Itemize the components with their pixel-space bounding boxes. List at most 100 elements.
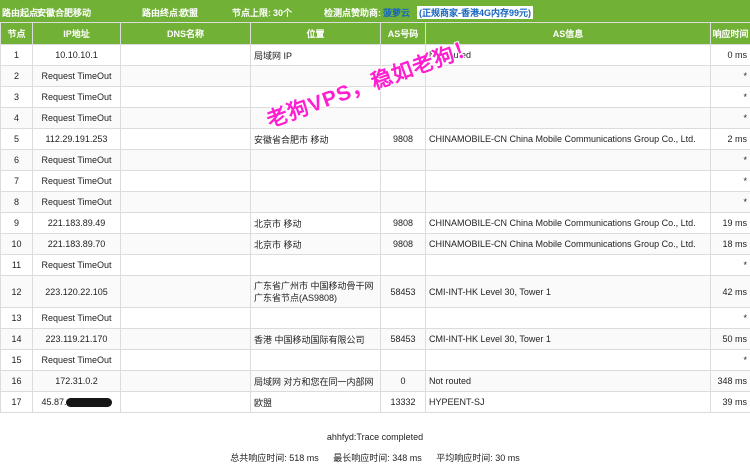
cell-location: [251, 150, 381, 171]
cell-hop-text: 9: [14, 218, 19, 228]
table-row: 8Request TimeOut*: [1, 192, 750, 213]
cell-time-text: *: [743, 197, 747, 207]
cell-dns: [121, 87, 251, 108]
cell-ip: 221.183.89.49: [33, 213, 121, 234]
sponsor-ad-link[interactable]: (正规商家-香港4G内存99元): [417, 6, 533, 19]
cell-asn: 58453: [381, 276, 426, 308]
cell-asn-text: 58453: [390, 287, 415, 297]
cell-asn: 0: [381, 371, 426, 392]
cell-location-text: 欧盟: [254, 398, 272, 408]
cell-location: 局域网 对方和您在同一内部网: [251, 371, 381, 392]
cell-time: 18 ms: [711, 234, 750, 255]
cell-time-text: 0 ms: [727, 50, 747, 60]
cell-location: [251, 108, 381, 129]
cell-time-text: 19 ms: [722, 218, 747, 228]
cell-ip: Request TimeOut: [33, 308, 121, 329]
table-row: 12 223.120.22.105 广东省广州市 中国移动骨干网广东省节点(AS98…: [1, 276, 750, 308]
cell-time-text: 42 ms: [722, 287, 747, 297]
route-end-label: 路由终点:: [142, 6, 181, 19]
cell-location: 北京市 移动: [251, 234, 381, 255]
cell-asn-text: 9808: [393, 134, 413, 144]
cell-time: *: [711, 255, 750, 276]
cell-ip-text: 223.120.22.105: [45, 287, 108, 297]
cell-hop-text: 10: [11, 239, 21, 249]
cell-as-info-text: CMI-INT-HK Level 30, Tower 1: [429, 287, 551, 297]
cell-ip: Request TimeOut: [33, 350, 121, 371]
cell-asn: [381, 150, 426, 171]
cell-time: 19 ms: [711, 213, 750, 234]
cell-location: [251, 255, 381, 276]
cell-as-info: Not routed: [426, 45, 711, 66]
cell-hop-text: 8: [14, 197, 19, 207]
cell-dns: [121, 350, 251, 371]
cell-dns: [121, 213, 251, 234]
cell-asn: [381, 108, 426, 129]
cell-hop: 4: [1, 108, 33, 129]
cell-hop-text: 2: [14, 71, 19, 81]
route-end-value: 欧盟: [180, 6, 198, 19]
cell-hop: 3: [1, 87, 33, 108]
cell-time: 0 ms: [711, 45, 750, 66]
cell-location-text: 安徽省合肥市 移动: [254, 135, 329, 145]
cell-ip-text: Request TimeOut: [41, 92, 111, 102]
response-time-summary: 总共响应时间: 518 ms 最长响应时间: 348 ms 平均响应时间: 30…: [0, 451, 750, 464]
cell-asn-text: 58453: [390, 334, 415, 344]
cell-asn: 9808: [381, 234, 426, 255]
cell-hop: 11: [1, 255, 33, 276]
cell-ip: 172.31.0.2: [33, 371, 121, 392]
route-summary-bar: 路由起点: 安徽合肥移动 路由终点: 欧盟 节点上限: 30个 检测点赞助商: …: [0, 0, 750, 22]
cell-dns: [121, 255, 251, 276]
cell-time: *: [711, 171, 750, 192]
cell-as-info: Not routed: [426, 371, 711, 392]
cell-time: *: [711, 108, 750, 129]
cell-dns: [121, 371, 251, 392]
cell-as-info: HYPEENT-SJ: [426, 392, 711, 413]
cell-ip-text: 45.87.: [41, 397, 66, 407]
cell-dns: [121, 129, 251, 150]
cell-asn-text: 13332: [390, 397, 415, 407]
cell-location: 欧盟: [251, 392, 381, 413]
cell-location: [251, 87, 381, 108]
cell-as-info-text: CMI-INT-HK Level 30, Tower 1: [429, 334, 551, 344]
cell-location-text: 广东省广州市 中国移动骨干网广东省节点(AS9808): [254, 281, 374, 303]
sponsor-name-link[interactable]: 菠萝云: [383, 6, 410, 19]
cell-time: 2 ms: [711, 129, 750, 150]
cell-ip-text: 221.183.89.70: [48, 239, 106, 249]
cell-dns: [121, 276, 251, 308]
cell-location: 局域网 IP: [251, 45, 381, 66]
table-row: 5112.29.191.253安徽省合肥市 移动9808CHINAMOBILE-…: [1, 129, 750, 150]
cell-hop: 12: [1, 276, 33, 308]
cell-as-info: CHINAMOBILE-CN China Mobile Communicatio…: [426, 213, 711, 234]
cell-as-info: CHINAMOBILE-CN China Mobile Communicatio…: [426, 234, 711, 255]
cell-ip: 221.183.89.70: [33, 234, 121, 255]
cell-asn-text: 9808: [393, 218, 413, 228]
table-row: 13Request TimeOut*: [1, 308, 750, 329]
cell-location: [251, 171, 381, 192]
cell-dns: [121, 150, 251, 171]
cell-dns: [121, 66, 251, 87]
cell-time: 50 ms: [711, 329, 750, 350]
cell-time-text: *: [743, 313, 747, 323]
cell-location-text: 北京市 移动: [254, 240, 302, 250]
cell-time-text: 50 ms: [722, 334, 747, 344]
cell-as-info: [426, 66, 711, 87]
cell-time-text: *: [743, 92, 747, 102]
cell-hop: 10: [1, 234, 33, 255]
cell-as-info-text: Not routed: [429, 50, 471, 60]
cell-ip-text: Request TimeOut: [41, 155, 111, 165]
cell-dns: [121, 329, 251, 350]
table-row: 1745.87.欧盟13332HYPEENT-SJ39 ms: [1, 392, 750, 413]
cell-as-info: [426, 308, 711, 329]
sponsor-label: 检测点赞助商:: [324, 6, 381, 19]
cell-hop: 17: [1, 392, 33, 413]
cell-as-info: [426, 108, 711, 129]
table-row: 7Request TimeOut*: [1, 171, 750, 192]
cell-time-text: *: [743, 113, 747, 123]
cell-hop: 2: [1, 66, 33, 87]
cell-location-text: 北京市 移动: [254, 219, 302, 229]
cell-location-text: 局域网 对方和您在同一内部网: [254, 377, 374, 387]
cell-hop-text: 7: [14, 176, 19, 186]
cell-asn: [381, 308, 426, 329]
cell-time: *: [711, 87, 750, 108]
cell-hop: 16: [1, 371, 33, 392]
